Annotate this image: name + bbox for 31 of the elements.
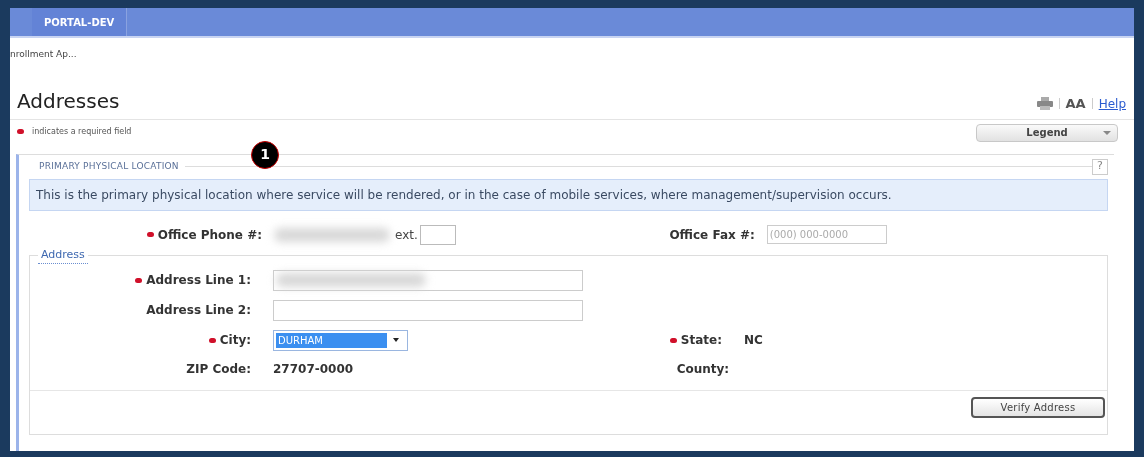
field-label: Address Line 1: [146, 272, 251, 289]
address-line-2-field[interactable] [273, 299, 583, 321]
field-label: Address Line 2: [146, 302, 251, 319]
required-icon [17, 129, 24, 134]
zip-value: 27707-0000 [273, 360, 354, 378]
portal-tab[interactable]: PORTAL-DEV [32, 8, 128, 36]
address-line-1-field[interactable] [273, 269, 583, 291]
print-icon[interactable] [1036, 97, 1053, 111]
section-title: PRIMARY PHYSICAL LOCATION [38, 159, 180, 173]
verify-address-button[interactable]: Verify Address [971, 396, 1105, 418]
required-note: indicates a required field [32, 125, 132, 138]
field-label: State: [680, 332, 722, 349]
font-size-control[interactable]: AA [1065, 94, 1086, 114]
caret-icon [393, 338, 399, 342]
info-banner: This is the primary physical location where service will be rendered, or in the case of mobile services, where management/supervision occurs. [29, 178, 1108, 211]
ext-label: ext. [395, 226, 418, 244]
caret-icon [1103, 130, 1111, 135]
field-label: County: [676, 360, 730, 378]
field-label: City: [219, 332, 251, 349]
help-link[interactable]: Help [1098, 94, 1126, 113]
step-marker: 1 [251, 140, 279, 169]
field-label: Office Fax #: [669, 226, 755, 244]
help-button[interactable]: ? [1092, 158, 1108, 175]
state-value: NC [744, 332, 763, 349]
field-label: ZIP Code: [186, 360, 251, 378]
ext-field[interactable] [419, 224, 456, 245]
fax-field[interactable]: (000) 000-0000 [766, 225, 887, 244]
legend-dropdown[interactable]: Legend [976, 123, 1118, 142]
page-title: Addresses [17, 87, 120, 115]
field-label: Office Phone #: [157, 226, 262, 244]
breadcrumb[interactable]: nrollment Ap... [10, 49, 77, 59]
